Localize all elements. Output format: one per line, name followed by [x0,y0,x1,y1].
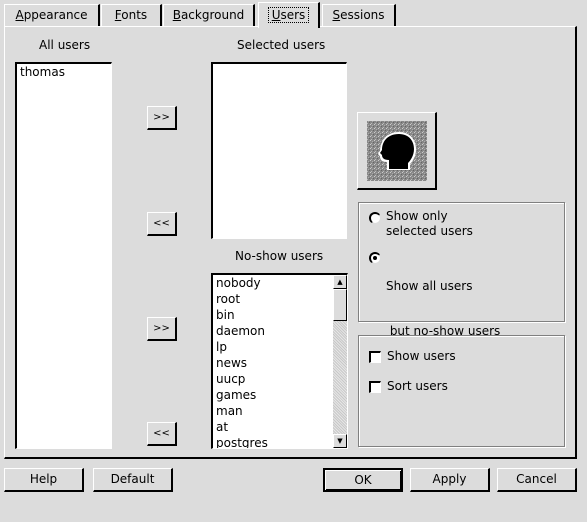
list-item[interactable]: root [213,291,331,307]
list-item[interactable]: bin [213,307,331,323]
all-users-list[interactable]: thomas [15,62,112,449]
tab-label: Fonts [114,8,148,22]
show-users-label[interactable]: Show users [387,349,456,363]
show-only-selected-radio[interactable] [369,212,381,224]
sort-users-label[interactable]: Sort users [387,379,448,393]
help-button[interactable]: Help [4,468,84,492]
list-item[interactable]: nobody [213,275,331,291]
show-all-but-noshow-radio[interactable] [369,252,381,264]
list-item[interactable]: man [213,403,331,419]
tab-users[interactable]: Users [258,2,320,28]
tab-sessions[interactable]: Sessions [322,4,396,26]
cancel-button[interactable]: Cancel [497,468,577,492]
selected-users-label: Selected users [237,38,326,52]
selected-users-list[interactable] [211,62,347,239]
tab-appearance[interactable]: Appearance [4,4,100,26]
default-button[interactable]: Default [93,468,173,492]
scroll-thumb[interactable] [333,289,347,321]
tab-fonts[interactable]: Fonts [101,4,162,26]
users-tab-panel: All users thomas >> << >> << Selected us… [4,26,577,459]
list-item[interactable]: at [213,419,331,435]
remove-from-noshow-button[interactable]: << [147,422,177,446]
list-item[interactable]: games [213,387,331,403]
add-to-noshow-button[interactable]: >> [147,317,177,341]
remove-from-selected-button[interactable]: << [147,212,177,236]
tab-label: Background [172,8,245,22]
show-only-selected-label[interactable]: Show only selected users [386,209,473,239]
all-users-label: All users [39,38,91,52]
show-mode-group: Show only selected users Show all users … [358,202,565,338]
user-image-button[interactable] [357,112,437,190]
list-item[interactable]: lp [213,339,331,355]
list-item[interactable]: thomas [17,64,111,80]
no-show-users-list[interactable]: nobody root bin daemon lp news uucp game… [211,273,348,449]
display-options-group: Show users Sort users [358,335,565,447]
add-to-selected-button[interactable]: >> [147,106,177,130]
no-show-scrollbar[interactable]: ▲ ▼ [333,275,347,448]
list-item[interactable]: news [213,355,331,371]
tab-label: Users [267,7,310,23]
tab-label: Sessions [332,8,385,22]
list-item[interactable]: uucp [213,371,331,387]
tab-label: Appearance [15,8,88,22]
tab-background[interactable]: Background [163,4,255,26]
user-head-silhouette-icon [367,121,427,181]
apply-button[interactable]: Apply [410,468,490,492]
scroll-up-button[interactable]: ▲ [333,275,347,289]
radio-selected-dot [373,256,377,260]
no-show-users-label: No-show users [235,249,324,263]
sort-users-checkbox[interactable] [369,381,381,393]
show-users-checkbox[interactable] [369,351,381,363]
list-item[interactable]: daemon [213,323,331,339]
scroll-down-button[interactable]: ▼ [333,434,347,448]
ok-button[interactable]: OK [323,468,403,492]
list-item[interactable]: postgres [213,435,331,448]
